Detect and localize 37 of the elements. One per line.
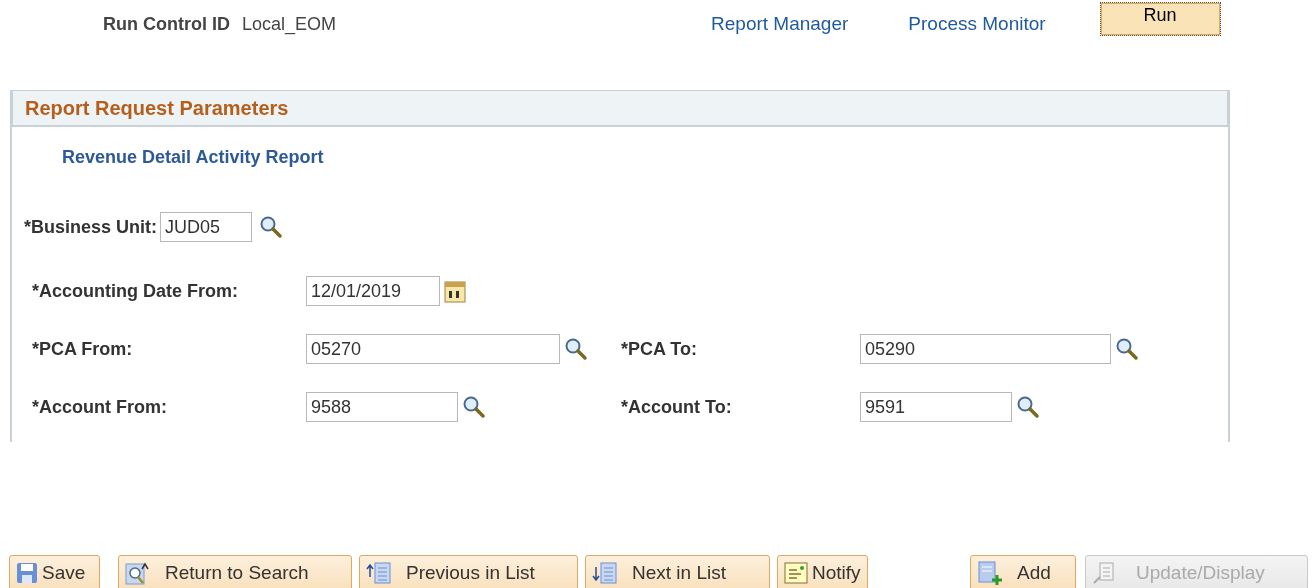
business-unit-field[interactable]: JUD05 bbox=[160, 212, 253, 242]
to-field[interactable]: 9591 bbox=[860, 392, 1012, 422]
field-label: *PCA From: bbox=[32, 338, 134, 360]
from-field[interactable]: 05270 bbox=[306, 334, 560, 364]
note-icon bbox=[784, 562, 808, 584]
from-field[interactable]: 9588 bbox=[306, 392, 458, 422]
field-label: *Account To: bbox=[621, 396, 733, 418]
field-label: *Accounting Date From: bbox=[32, 280, 239, 302]
toolbar-button[interactable]: Notify bbox=[777, 555, 868, 588]
report-title: Revenue Detail Activity Report bbox=[62, 147, 325, 168]
field-label: *Business Unit: bbox=[24, 216, 158, 238]
search-icon[interactable] bbox=[259, 215, 284, 239]
toolbar-button[interactable]: Return to Search bbox=[118, 555, 352, 588]
document-icon bbox=[1092, 562, 1116, 584]
search-icon[interactable] bbox=[1115, 337, 1139, 361]
list-icon bbox=[592, 561, 618, 585]
calendar-icon[interactable] bbox=[444, 279, 466, 303]
date-field[interactable]: 12/01/2019 bbox=[306, 276, 440, 306]
search-icon[interactable] bbox=[462, 395, 486, 419]
list-icon bbox=[366, 561, 392, 585]
report-manager-link[interactable]: Report Manager bbox=[711, 13, 849, 35]
to-field[interactable]: 05290 bbox=[860, 334, 1111, 364]
run-button[interactable]: Run bbox=[1099, 2, 1221, 36]
toolbar-button[interactable]: Add bbox=[970, 555, 1076, 588]
run-control-value: Local_EOM bbox=[242, 13, 337, 35]
search-icon[interactable] bbox=[1016, 395, 1040, 419]
process-monitor-link[interactable]: Process Monitor bbox=[908, 13, 1046, 35]
field-label: *PCA To: bbox=[621, 338, 698, 360]
search-icon[interactable] bbox=[564, 337, 588, 361]
field-label: *Account From: bbox=[32, 396, 168, 418]
add-document-icon bbox=[977, 561, 1003, 585]
toolbar-button[interactable]: Next in List bbox=[585, 555, 770, 588]
run-control-label: Run Control ID bbox=[103, 13, 230, 35]
toolbar-button[interactable]: Previous in List bbox=[359, 555, 578, 588]
toolbar-button[interactable]: Save bbox=[9, 555, 100, 588]
search-icon bbox=[125, 561, 149, 585]
panel-title: Report Request Parameters bbox=[25, 96, 289, 120]
